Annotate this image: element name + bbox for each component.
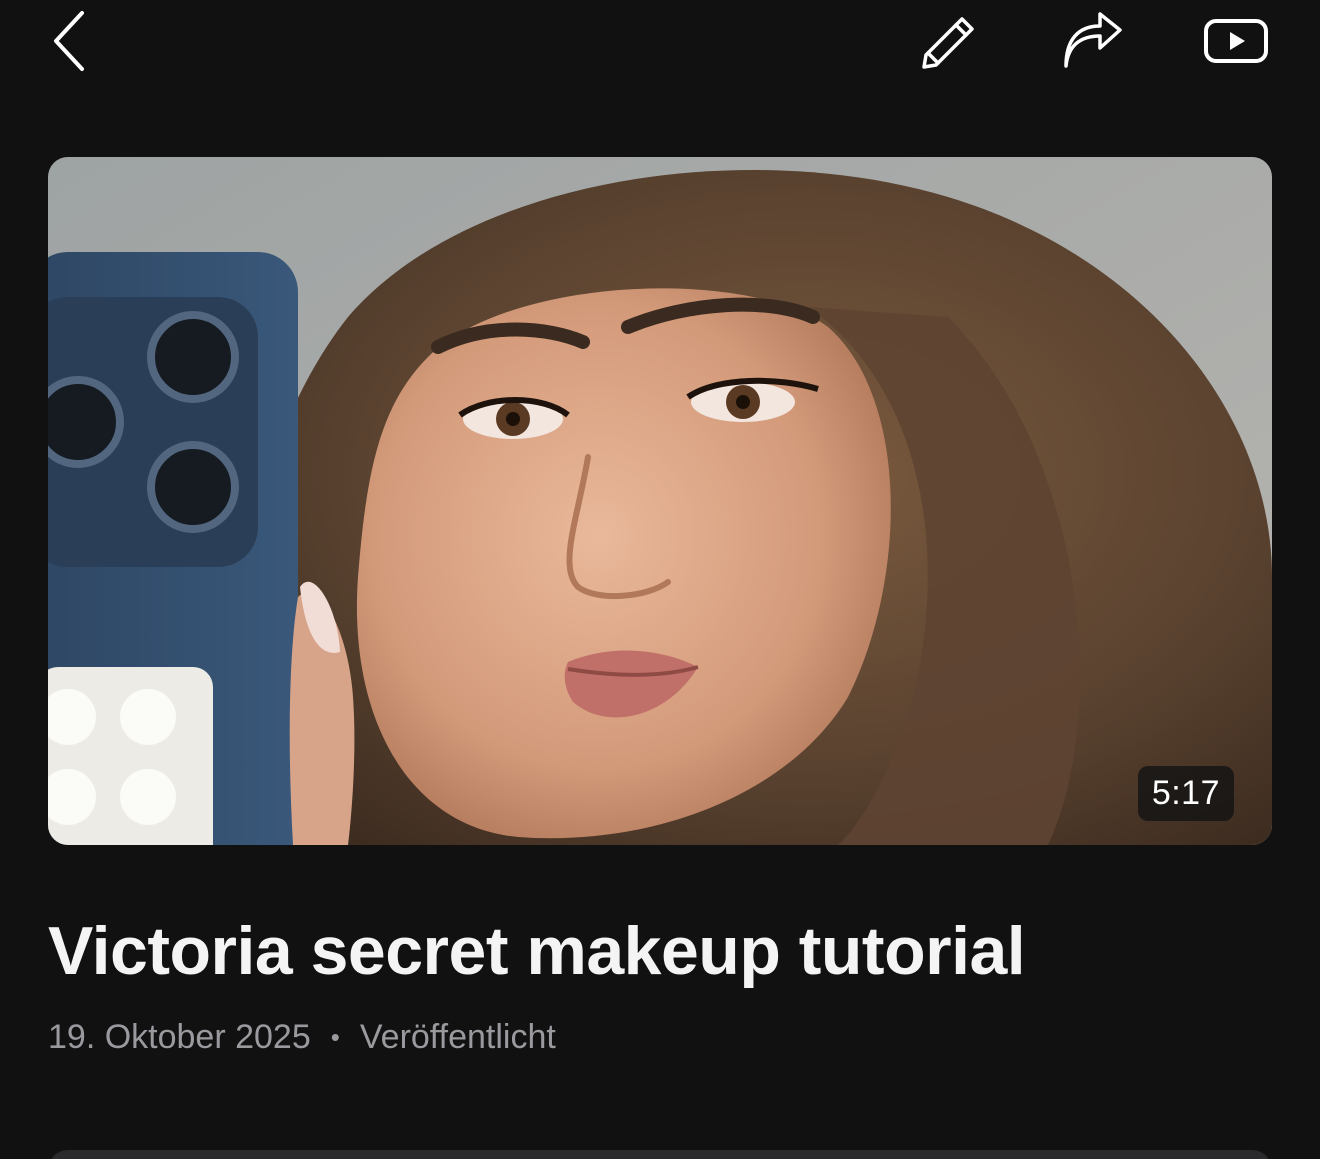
video-thumbnail[interactable]: 5:17 (48, 157, 1272, 845)
video-duration-badge: 5:17 (1137, 766, 1234, 821)
pencil-icon (918, 11, 978, 76)
thumbnail-image (48, 157, 1272, 845)
video-title: Victoria secret makeup tutorial (48, 913, 1026, 989)
edit-button[interactable] (912, 10, 984, 76)
meta-separator: • (330, 1022, 340, 1052)
youtube-play-icon (1203, 17, 1269, 70)
top-toolbar (0, 0, 1320, 90)
back-button[interactable] (40, 8, 100, 78)
share-arrow-icon (1060, 11, 1124, 75)
share-button[interactable] (1056, 10, 1128, 76)
chevron-left-icon (50, 9, 90, 78)
publish-status: Veröffentlicht (359, 1018, 556, 1056)
video-detail-screen: 5:17 Victoria secret makeup tutorial 19.… (0, 0, 1320, 1159)
bottom-sheet-edge (48, 1150, 1272, 1159)
video-meta: 19. Oktober 2025 • Veröffentlicht (48, 1018, 556, 1057)
publish-date: 19. Oktober 2025 (48, 1018, 311, 1056)
youtube-button[interactable] (1198, 12, 1274, 74)
